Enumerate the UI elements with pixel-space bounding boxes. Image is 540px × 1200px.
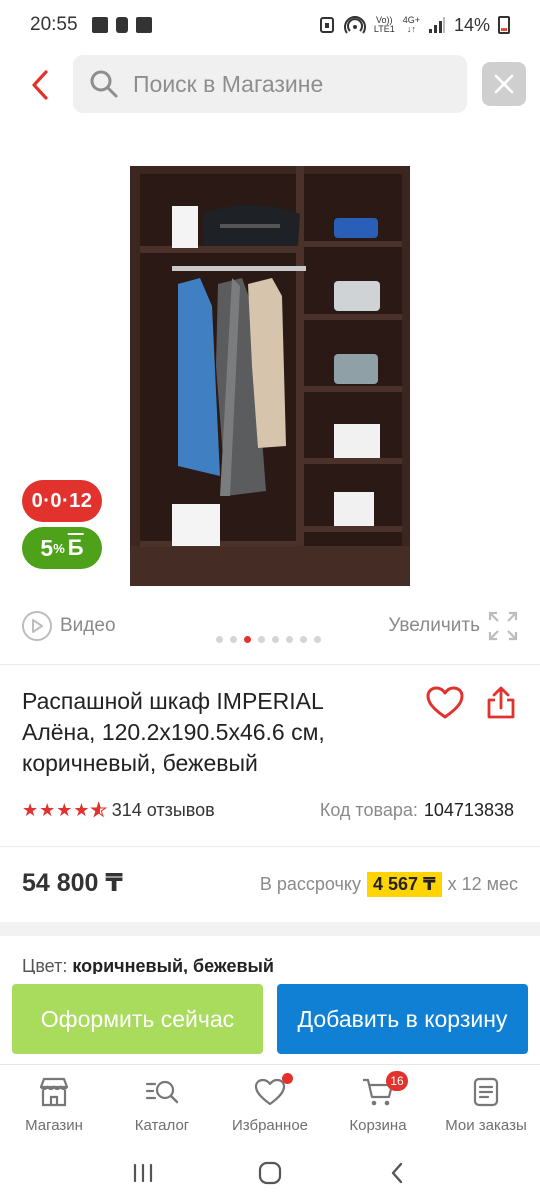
alert-notification-icon	[115, 17, 128, 33]
status-right: Vo)) LTE1 4G+ ↓↑ 14%	[318, 15, 510, 36]
reviews-count[interactable]: 314 отзывов	[112, 800, 215, 821]
bottom-navigation: Магазин Каталог Избранное 16 Корзина Мои…	[0, 1064, 540, 1146]
color-value: коричневый, бежевый	[72, 956, 274, 976]
catalog-search-icon	[145, 1075, 179, 1109]
close-icon	[494, 74, 514, 94]
star-icon: ★	[73, 800, 90, 820]
product-title: Распашной шкаф IMPERIAL Алёна, 120.2x190…	[22, 688, 325, 776]
product-image-wardrobe[interactable]	[130, 166, 410, 586]
bonus-percent: %	[53, 540, 65, 556]
product-price: 54 800 ₸	[22, 869, 123, 897]
rating-stars: ★ ★ ★ ★ ★	[22, 800, 107, 821]
star-icon: ★	[39, 800, 56, 820]
pagination-dot[interactable]	[286, 636, 293, 643]
add-to-cart-button[interactable]: Добавить в корзину	[277, 984, 528, 1054]
product-code: Код товара: 104713838	[320, 800, 514, 821]
favorites-indicator-dot	[282, 1073, 293, 1084]
data-arrows-icon: ↓↑	[406, 24, 416, 34]
nav-item-shop[interactable]: Магазин	[0, 1065, 108, 1146]
pagination-dot[interactable]	[272, 636, 279, 643]
pagination-dot[interactable]	[300, 636, 307, 643]
battery-icon	[498, 16, 510, 34]
search-input[interactable]: Поиск в Магазине	[73, 55, 467, 113]
checkout-now-button[interactable]: Оформить сейчас	[12, 984, 263, 1054]
bonus-value: 5	[40, 534, 54, 561]
bonus-letter: Б	[67, 535, 84, 560]
gallery-notification-icon	[91, 17, 108, 33]
product-code-value: 104713838	[423, 800, 514, 820]
nav-label: Избранное	[231, 1117, 309, 1134]
volte-indicator: Vo)) LTE1	[373, 15, 395, 34]
status-bar: 20:55 Vo)) LTE1 4G+ ↓↑ 14%	[0, 0, 540, 50]
back-button[interactable]	[22, 65, 58, 105]
video-link[interactable]: Видео	[22, 611, 116, 641]
pagination-dot[interactable]	[230, 636, 237, 643]
share-button[interactable]	[482, 684, 520, 722]
system-navigation-bar	[0, 1146, 540, 1200]
shop-icon	[37, 1075, 71, 1109]
installment-info[interactable]: В рассрочку 4 567 ₸ x 12 мес	[260, 872, 518, 897]
chevron-left-icon	[32, 70, 48, 100]
share-icon	[487, 686, 515, 719]
network-type-indicator: 4G+ ↓↑	[402, 15, 420, 34]
star-icon: ★	[22, 800, 39, 820]
star-icon: ★	[56, 800, 73, 820]
search-icon	[90, 70, 118, 98]
pagination-dot[interactable]	[314, 636, 321, 643]
nav-label: Магазин	[25, 1117, 83, 1134]
installment-prefix: В рассрочку	[259, 874, 361, 894]
status-time: 20:55	[30, 14, 78, 35]
nav-label: Мои заказы	[445, 1117, 527, 1134]
installment-badge: 0·0·12	[22, 480, 102, 522]
nav-item-catalog[interactable]: Каталог	[108, 1065, 216, 1146]
nav-label: Каталог	[134, 1117, 190, 1134]
system-back-button[interactable]	[377, 1153, 417, 1193]
back-arrow-icon	[391, 1162, 402, 1184]
pagination-dot-active[interactable]	[244, 636, 251, 643]
nav-item-cart[interactable]: 16 Корзина	[324, 1065, 432, 1146]
zoom-link[interactable]: Увеличить	[388, 611, 518, 641]
check-notification-icon	[135, 17, 152, 33]
divider	[0, 846, 540, 847]
section-separator	[0, 922, 540, 936]
pagination-dot[interactable]	[258, 636, 265, 643]
nav-item-orders[interactable]: Мои заказы	[432, 1065, 540, 1146]
search-placeholder: Поиск в Магазине	[133, 70, 324, 97]
divider	[0, 664, 540, 665]
orders-icon	[469, 1075, 503, 1109]
home-icon	[258, 1161, 282, 1185]
half-star-icon: ★	[90, 800, 107, 821]
play-icon	[22, 611, 52, 641]
zoom-label: Увеличить	[388, 615, 480, 636]
rating-row[interactable]: ★ ★ ★ ★ ★ 314 отзывов	[22, 800, 215, 821]
battery-percent: 14%	[453, 14, 490, 35]
recent-apps-button[interactable]	[123, 1153, 163, 1193]
installment-suffix: x 12 мес	[447, 874, 518, 894]
recent-apps-icon	[134, 1163, 153, 1183]
bonus-badge: 5% Б	[22, 527, 102, 569]
action-bar: Оформить сейчас Добавить в корзину	[0, 974, 540, 1064]
nav-label: Корзина	[349, 1117, 407, 1134]
sim-icon	[319, 17, 334, 33]
clear-search-button[interactable]	[482, 62, 526, 106]
product-page: 20:55 Vo)) LTE1 4G+ ↓↑ 14% Поиск в Магаз…	[0, 0, 540, 1200]
color-row: Цвет: коричневый, бежевый	[22, 956, 274, 976]
nav-item-favorites[interactable]: Избранное	[216, 1065, 324, 1146]
pagination-dot[interactable]	[216, 636, 223, 643]
product-code-label: Код товара:	[319, 800, 418, 820]
search-header: Поиск в Магазине	[0, 55, 540, 115]
add-to-favorites-button[interactable]	[424, 684, 466, 722]
installment-amount: 4 567 ₸	[367, 872, 442, 897]
expand-icon	[488, 611, 518, 641]
video-label: Видео	[60, 615, 116, 636]
heart-icon	[426, 686, 464, 719]
color-label: Цвет:	[22, 956, 68, 976]
status-notification-icons	[91, 17, 152, 33]
signal-icon	[428, 17, 445, 33]
cart-count-badge: 16	[386, 1071, 408, 1091]
gallery-pagination	[216, 636, 321, 643]
product-gallery[interactable]: 0·0·12 5% Б	[0, 130, 540, 660]
hotspot-icon	[343, 16, 366, 34]
home-button[interactable]	[250, 1153, 290, 1193]
